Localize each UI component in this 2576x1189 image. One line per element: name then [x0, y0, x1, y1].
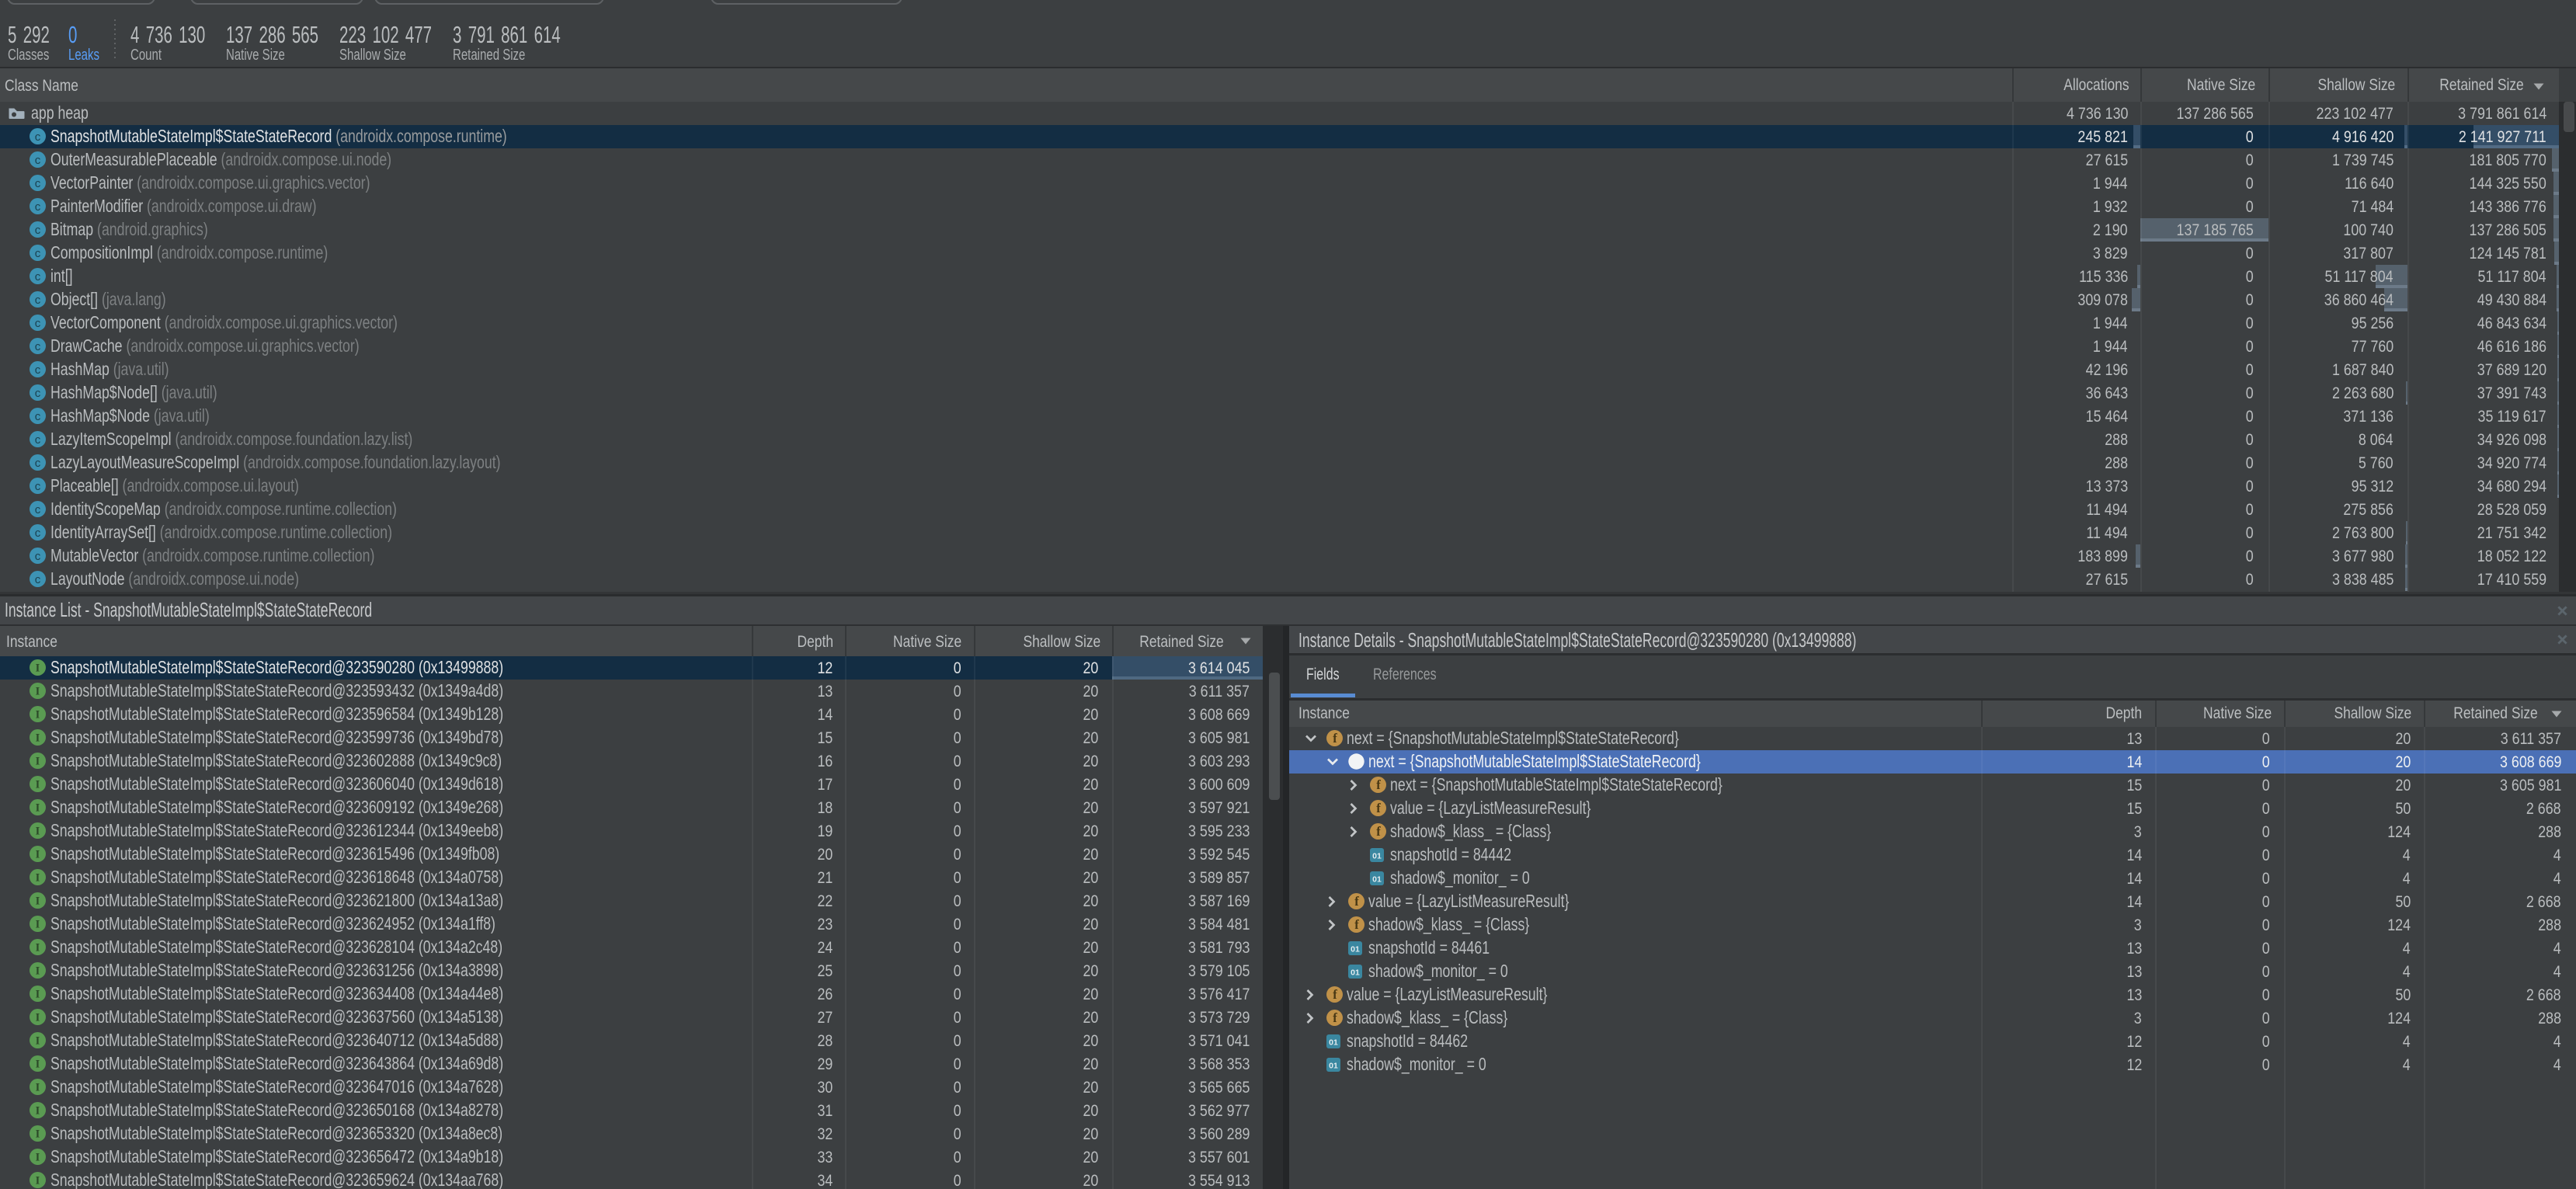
svg-text:I: I — [36, 802, 40, 815]
svg-text:c: c — [35, 410, 41, 423]
svg-text:I: I — [36, 1012, 40, 1024]
svg-text:c: c — [35, 387, 41, 400]
svg-text:c: c — [35, 480, 41, 493]
svg-text:f: f — [1333, 987, 1337, 1002]
svg-text:f: f — [1354, 917, 1359, 932]
svg-text:c: c — [35, 363, 41, 377]
svg-text:c: c — [35, 527, 41, 540]
svg-text:I: I — [36, 732, 40, 745]
svg-text:c: c — [35, 200, 41, 214]
svg-text:c: c — [35, 503, 41, 516]
svg-text:f: f — [1354, 894, 1359, 909]
svg-text:I: I — [36, 1082, 40, 1094]
svg-text:I: I — [36, 756, 40, 768]
svg-text:I: I — [36, 709, 40, 721]
svg-text:I: I — [36, 1152, 40, 1164]
svg-text:I: I — [36, 942, 40, 954]
svg-text:I: I — [36, 895, 40, 908]
svg-text:01: 01 — [1351, 944, 1360, 954]
svg-text:I: I — [36, 686, 40, 698]
svg-text:f: f — [1376, 801, 1381, 815]
svg-text:I: I — [36, 1035, 40, 1048]
svg-text:I: I — [36, 1128, 40, 1141]
svg-text:f: f — [1376, 777, 1381, 792]
svg-text:c: c — [35, 154, 41, 167]
svg-text:c: c — [35, 270, 41, 283]
svg-text:01: 01 — [1329, 1038, 1338, 1047]
svg-text:c: c — [35, 433, 41, 447]
svg-text:c: c — [35, 224, 41, 237]
svg-text:c: c — [35, 340, 41, 353]
svg-text:c: c — [35, 130, 41, 144]
svg-text:f: f — [1376, 824, 1381, 839]
svg-text:c: c — [35, 294, 41, 307]
svg-text:c: c — [35, 550, 41, 563]
svg-text:I: I — [36, 779, 40, 791]
svg-text:c: c — [35, 573, 41, 586]
svg-text:01: 01 — [1372, 851, 1382, 860]
svg-text:01: 01 — [1372, 874, 1382, 884]
svg-text:I: I — [36, 1175, 40, 1187]
svg-text:c: c — [35, 457, 41, 470]
svg-text:I: I — [36, 1105, 40, 1118]
svg-text:I: I — [36, 1059, 40, 1071]
svg-text:I: I — [36, 919, 40, 931]
svg-text:f: f — [1333, 1010, 1337, 1025]
svg-text:I: I — [36, 872, 40, 885]
svg-text:c: c — [35, 177, 41, 190]
svg-text:c: c — [35, 317, 41, 330]
svg-text:I: I — [36, 989, 40, 1001]
svg-text:I: I — [36, 826, 40, 838]
svg-text:I: I — [36, 849, 40, 861]
svg-text:c: c — [35, 247, 41, 260]
svg-text:f: f — [1333, 731, 1337, 746]
svg-text:I: I — [36, 965, 40, 978]
svg-text:01: 01 — [1351, 968, 1360, 977]
svg-text:01: 01 — [1329, 1061, 1338, 1070]
svg-text:I: I — [36, 662, 40, 675]
